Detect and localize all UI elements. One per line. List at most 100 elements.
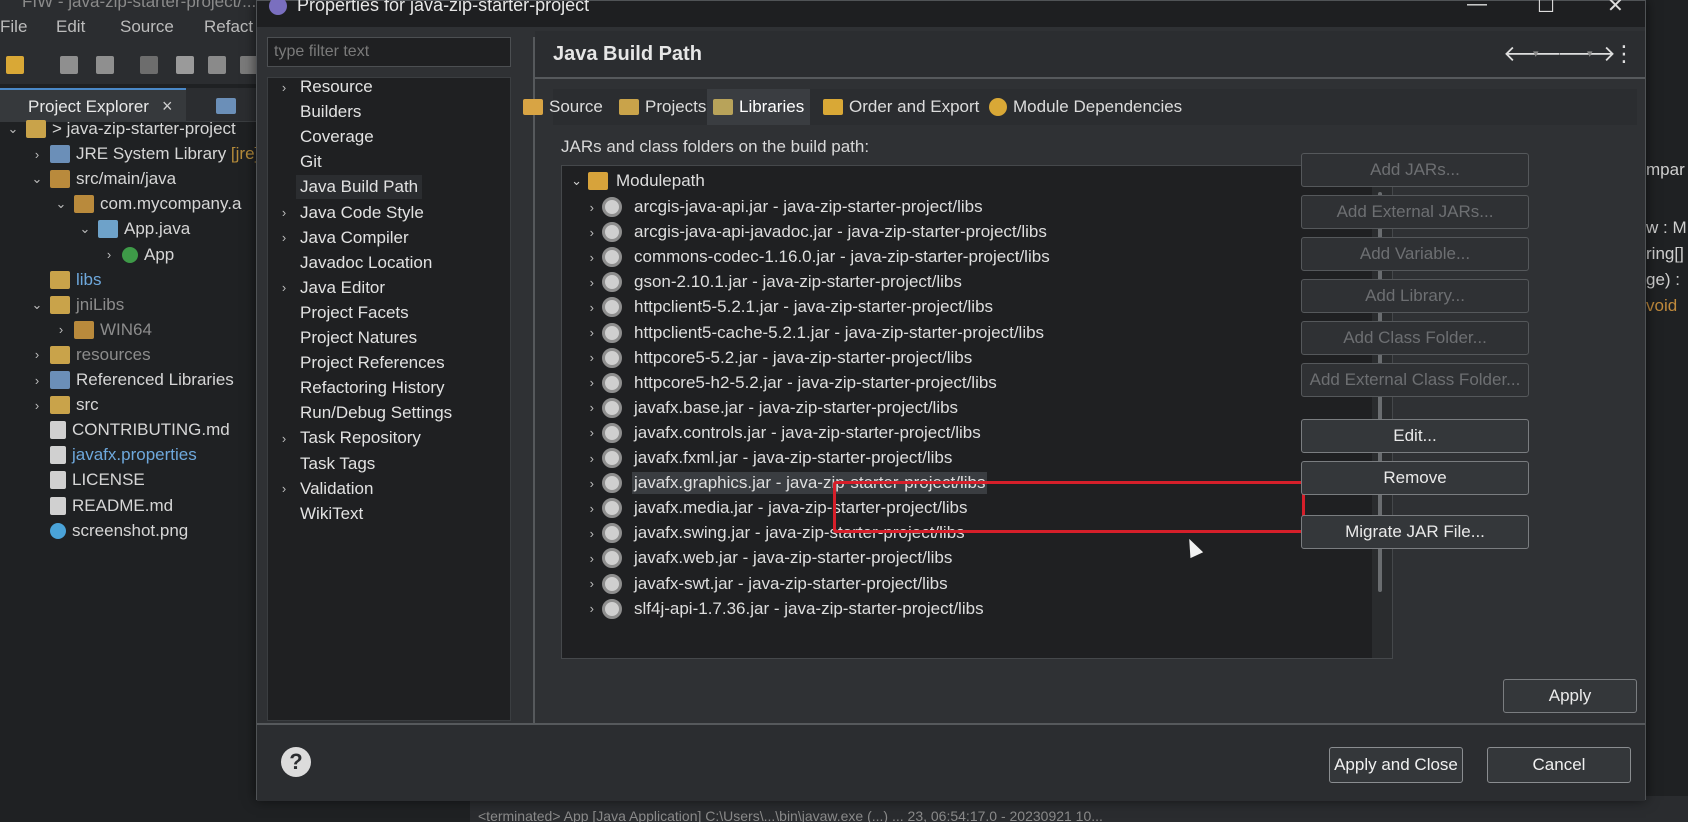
chevron-right-icon[interactable]: › <box>562 425 602 440</box>
add-external-class-folder-button[interactable]: Add External Class Folder... <box>1301 363 1529 397</box>
tree-item[interactable]: LICENSE <box>28 467 145 493</box>
chevron-down-icon[interactable]: ⌄ <box>4 121 22 137</box>
chevron-right-icon[interactable]: › <box>562 300 602 315</box>
menu-edit[interactable]: Edit <box>56 17 85 37</box>
chevron-right-icon[interactable]: › <box>562 451 602 466</box>
nav-item-project-facets[interactable]: Project Facets <box>268 300 508 326</box>
nav-item-task-tags[interactable]: Task Tags <box>268 451 508 477</box>
jar-entry[interactable]: › httpclient5-5.2.1.jar - java-zip-starte… <box>562 294 1362 320</box>
apply-button[interactable]: Apply <box>1503 679 1637 713</box>
chevron-right-icon[interactable]: › <box>52 322 70 337</box>
tree-item[interactable]: › Referenced Libraries <box>28 367 234 393</box>
chevron-right-icon[interactable]: › <box>562 225 602 240</box>
chevron-right-icon[interactable]: › <box>562 250 602 265</box>
jar-entry[interactable]: › javafx.base.jar - java-zip-starter-proj… <box>562 395 1362 421</box>
chevron-right-icon[interactable]: › <box>28 347 46 362</box>
tree-item[interactable]: ⌄ App.java <box>76 216 190 242</box>
save-icon[interactable] <box>60 56 78 74</box>
tree-item[interactable]: › resources <box>28 342 151 368</box>
minimize-icon[interactable]: — <box>1467 0 1487 16</box>
run-icon[interactable] <box>176 56 194 74</box>
menu-refactor[interactable]: Refact <box>204 17 253 37</box>
chevron-right-icon[interactable]: › <box>268 481 300 496</box>
tree-item[interactable]: screenshot.png <box>28 518 188 544</box>
tree-item[interactable]: › src <box>28 392 99 418</box>
chevron-right-icon[interactable]: › <box>562 275 602 290</box>
chevron-right-icon[interactable]: › <box>562 375 602 390</box>
jar-entry[interactable]: › javafx.web.jar - java-zip-starter-proje… <box>562 545 1362 571</box>
jar-entry[interactable]: › commons-codec-1.16.0.jar - java-zip-sta… <box>562 244 1362 270</box>
tree-item[interactable]: ⌄ com.mycompany.a <box>52 191 241 217</box>
chevron-right-icon[interactable]: › <box>562 400 602 415</box>
nav-item-task-repository[interactable]: › Task Repository <box>268 425 508 451</box>
forward-dropdown-icon[interactable]: ▾ <box>1587 47 1593 60</box>
add-library-button[interactable]: Add Library... <box>1301 279 1529 313</box>
edit-button[interactable]: Edit... <box>1301 419 1529 453</box>
jar-entry[interactable]: › arcgis-java-api-javadoc.jar - java-zip-… <box>562 219 1362 245</box>
chevron-right-icon[interactable]: › <box>28 147 46 162</box>
chevron-right-icon[interactable]: › <box>268 205 300 220</box>
coverage-icon[interactable] <box>208 56 226 74</box>
nav-item-javadoc-location[interactable]: Javadoc Location <box>268 250 508 276</box>
tree-item[interactable]: javafx.properties <box>28 442 197 468</box>
cancel-button[interactable]: Cancel <box>1487 747 1631 783</box>
add-jars-button[interactable]: Add JARs... <box>1301 153 1529 187</box>
nav-item-java-editor[interactable]: › Java Editor <box>268 275 508 301</box>
chevron-right-icon[interactable]: › <box>28 398 46 413</box>
back-dropdown-icon[interactable]: ▾ <box>1533 47 1539 60</box>
tab-module-dependencies[interactable]: Module Dependencies <box>983 89 1188 125</box>
jar-entry[interactable]: › arcgis-java-api.jar - java-zip-starter-… <box>562 194 1362 220</box>
tab-source[interactable]: Source <box>517 89 609 125</box>
help-icon[interactable]: ? <box>281 747 311 777</box>
chevron-right-icon[interactable]: › <box>562 200 602 215</box>
close-icon[interactable]: × <box>162 96 173 117</box>
new-icon[interactable] <box>6 56 24 74</box>
chevron-right-icon[interactable]: › <box>562 601 602 616</box>
maximize-icon[interactable]: ☐ <box>1537 0 1555 18</box>
nav-item-refactoring-history[interactable]: Refactoring History <box>268 375 508 401</box>
nav-item-project-references[interactable]: Project References <box>268 350 508 376</box>
nav-item-wikitext[interactable]: WikiText <box>268 501 508 527</box>
chevron-right-icon[interactable]: › <box>562 551 602 566</box>
close-icon[interactable]: ✕ <box>1607 0 1624 18</box>
filter-input[interactable] <box>267 37 511 67</box>
remove-button[interactable]: Remove <box>1301 461 1529 495</box>
chevron-down-icon[interactable]: ⌄ <box>28 297 46 313</box>
tree-item[interactable]: › App <box>100 242 174 268</box>
jar-entry[interactable]: › httpcore5-h2-5.2.jar - java-zip-starter… <box>562 370 1362 396</box>
view-menu-icon[interactable]: ⋮ <box>1613 41 1635 67</box>
chevron-right-icon[interactable]: › <box>562 325 602 340</box>
tab-libraries[interactable]: Libraries <box>707 89 811 125</box>
nav-item-project-natures[interactable]: Project Natures <box>268 325 508 351</box>
debug-icon[interactable] <box>140 56 158 74</box>
nav-item-java-compiler[interactable]: › Java Compiler <box>268 225 508 251</box>
add-class-folder-button[interactable]: Add Class Folder... <box>1301 321 1529 355</box>
add-external-jars-button[interactable]: Add External JARs... <box>1301 195 1529 229</box>
menu-source[interactable]: Source <box>120 17 174 37</box>
chevron-right-icon[interactable]: › <box>562 526 602 541</box>
tree-item[interactable]: › WIN64 <box>52 317 152 343</box>
chevron-right-icon[interactable]: › <box>28 373 46 388</box>
add-variable-button[interactable]: Add Variable... <box>1301 237 1529 271</box>
jar-entry[interactable]: › gson-2.10.1.jar - java-zip-starter-proj… <box>562 269 1362 295</box>
save-all-icon[interactable] <box>96 56 114 74</box>
view-menu-icon[interactable] <box>216 98 236 114</box>
nav-item-java-code-style[interactable]: › Java Code Style <box>268 200 508 226</box>
tree-item[interactable]: README.md <box>28 493 173 519</box>
tree-item[interactable]: ⌄ jniLibs <box>28 292 124 318</box>
nav-item-validation[interactable]: › Validation <box>268 476 508 502</box>
chevron-down-icon[interactable]: ⌄ <box>28 171 46 187</box>
jar-entry[interactable]: › slf4j-api-1.7.36.jar - java-zip-starter… <box>562 596 1362 622</box>
jar-entry[interactable]: › httpcore5-5.2.jar - java-zip-starter-pr… <box>562 345 1362 371</box>
nav-item-run-debug-settings[interactable]: Run/Debug Settings <box>268 400 508 426</box>
jar-entry[interactable]: › javafx-swt.jar - java-zip-starter-proje… <box>562 571 1362 597</box>
apply-and-close-button[interactable]: Apply and Close <box>1329 747 1463 783</box>
nav-item-builders[interactable]: Builders <box>268 99 508 125</box>
menu-file[interactable]: File <box>0 17 27 37</box>
build-path-tree[interactable]: ⌄ Modulepath › arcgis-java-api.jar - java… <box>561 165 1393 659</box>
jar-entry[interactable]: › javafx.controls.jar - java-zip-starter-… <box>562 420 1362 446</box>
tab-projects[interactable]: Projects <box>613 89 712 125</box>
chevron-right-icon[interactable]: › <box>562 476 602 491</box>
tree-item[interactable]: ⌄ > java-zip-starter-project <box>4 116 236 142</box>
chevron-right-icon[interactable]: › <box>562 501 602 516</box>
